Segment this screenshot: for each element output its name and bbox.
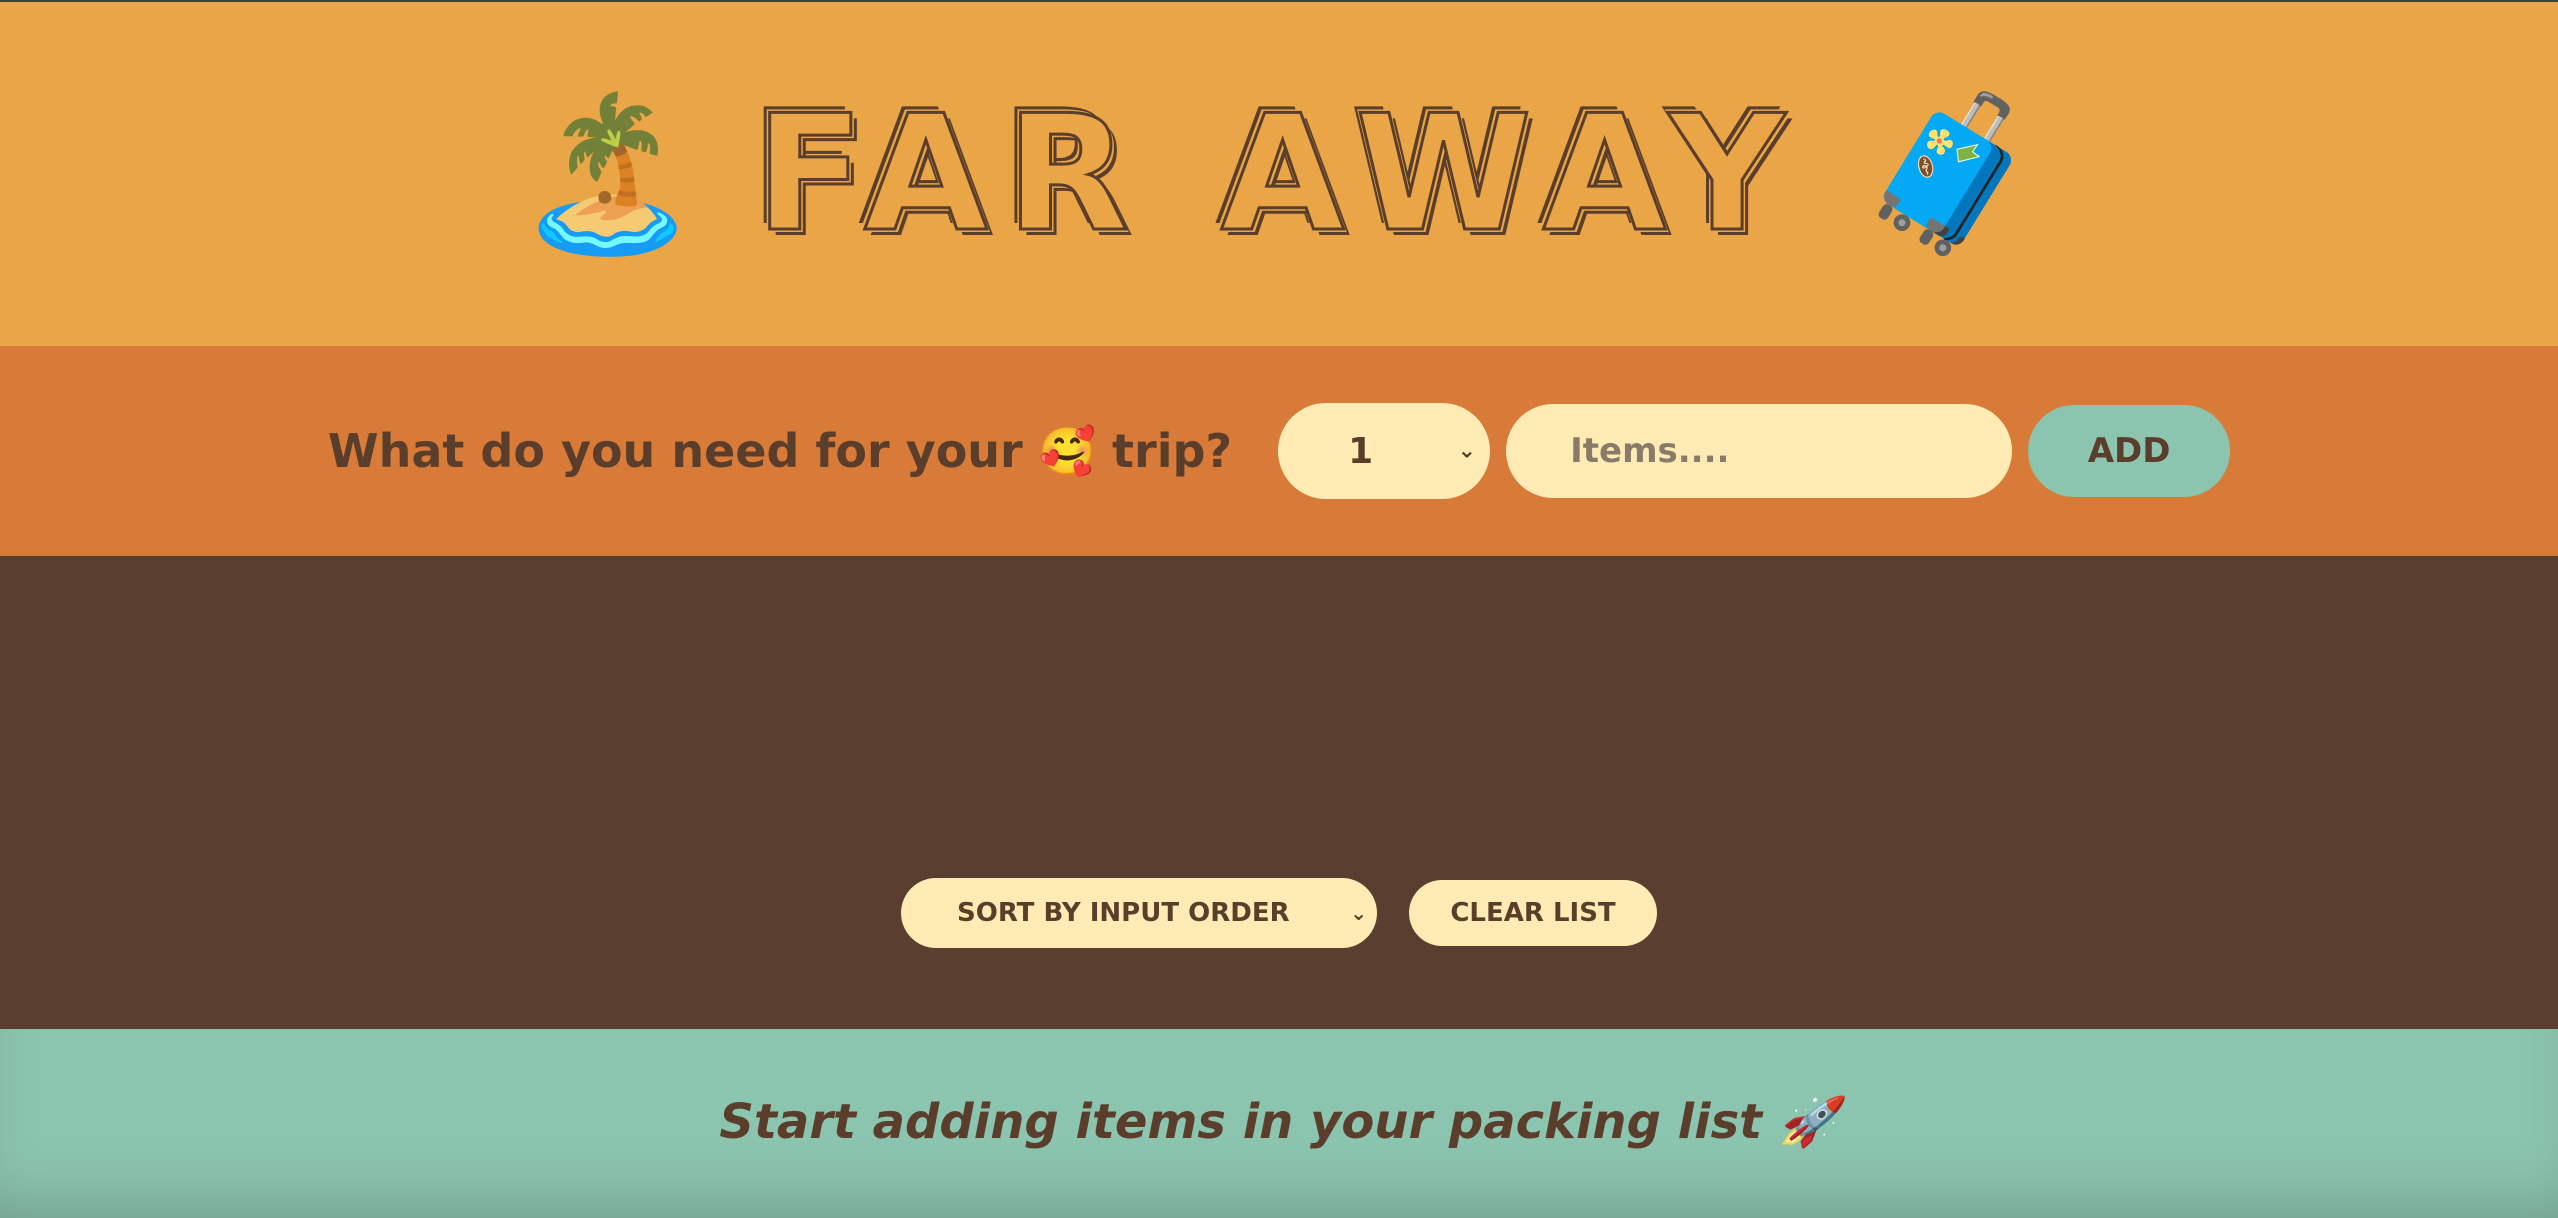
sort-value: SORT BY INPUT ORDER (957, 898, 1290, 928)
item-input[interactable] (1506, 404, 2013, 498)
stats-footer: Start adding items in your packing list … (0, 1029, 2558, 1218)
list-actions: SORT BY INPUT ORDER ⌄ CLEAR LIST (0, 878, 2558, 948)
suitcase-icon: 🧳 (1856, 87, 2044, 261)
add-item-form: What do you need for your 🥰 trip? 1 ⌄ AD… (0, 346, 2558, 556)
header: 🏝️ FAR AWAY 🧳 (0, 2, 2558, 346)
island-icon: 🏝️ (514, 87, 701, 261)
app-title: FAR AWAY (754, 80, 1803, 267)
form-prompt: What do you need for your 🥰 trip? (327, 423, 1233, 478)
clear-list-button[interactable]: CLEAR LIST (1409, 880, 1657, 946)
quantity-select[interactable]: 1 ⌄ (1278, 403, 1491, 499)
quantity-value: 1 (1348, 430, 1374, 472)
chevron-down-icon: ⌄ (1457, 438, 1477, 464)
packing-list: SORT BY INPUT ORDER ⌄ CLEAR LIST (0, 556, 2558, 1029)
app: 🏝️ FAR AWAY 🧳 What do you need for your … (0, 0, 2558, 1218)
add-button[interactable]: ADD (2028, 405, 2231, 497)
chevron-down-icon: ⌄ (1350, 901, 1367, 925)
stats-message: Start adding items in your packing list … (719, 1094, 1839, 1150)
sort-select[interactable]: SORT BY INPUT ORDER ⌄ (901, 878, 1377, 948)
